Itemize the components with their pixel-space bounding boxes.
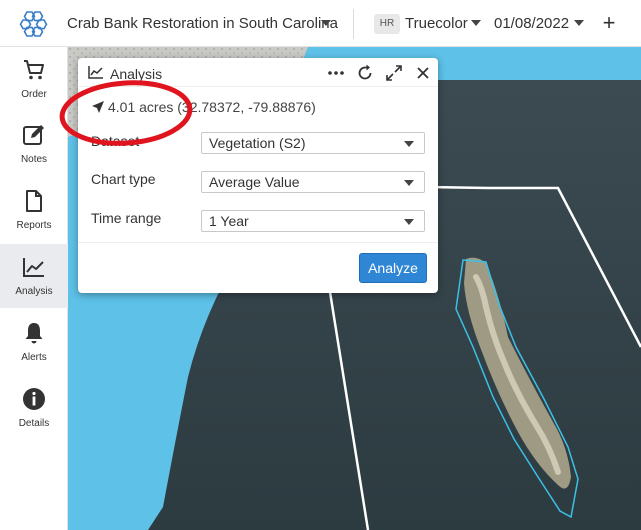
expand-icon[interactable] <box>384 64 404 82</box>
chevron-down-icon <box>404 180 414 186</box>
more-options-icon[interactable] <box>326 64 346 82</box>
bell-icon <box>25 323 43 344</box>
info-icon <box>23 388 45 410</box>
area-text: 4.01 acres (32.78372, -79.88876) <box>108 99 316 115</box>
sidebar-item-analysis[interactable]: Analysis <box>0 244 68 308</box>
area-readout: 4.01 acres (32.78372, -79.88876) <box>92 99 316 115</box>
line-chart-icon <box>88 66 103 79</box>
add-button[interactable]: + <box>599 12 619 34</box>
chevron-down-icon <box>404 141 414 147</box>
edit-icon <box>23 125 44 145</box>
analysis-panel: Analysis 4.01 acres (32.78372, -79.88876… <box>78 58 438 293</box>
chart-type-value: Average Value <box>209 174 300 190</box>
hexagon-logo-icon[interactable] <box>18 9 48 39</box>
project-title[interactable]: Crab Bank Restoration in South Carolina <box>67 15 338 32</box>
sidebar-item-reports[interactable]: Reports <box>0 178 68 242</box>
divider <box>353 9 354 39</box>
cart-icon <box>24 60 44 80</box>
chevron-down-icon[interactable] <box>471 20 481 26</box>
chevron-down-icon[interactable] <box>574 20 584 26</box>
dataset-label: Dataset <box>91 133 140 149</box>
reset-icon[interactable] <box>355 64 375 82</box>
sidebar-item-label: Order <box>21 89 47 100</box>
chevron-down-icon <box>404 219 414 225</box>
chevron-down-icon[interactable] <box>321 20 331 26</box>
document-icon <box>26 190 42 212</box>
sidebar-item-label: Details <box>18 418 50 429</box>
sidebar-item-label: Alerts <box>21 352 47 363</box>
location-arrow-icon <box>92 101 104 113</box>
time-range-label: Time range <box>91 210 162 226</box>
chart-type-select[interactable]: Average Value <box>201 171 425 193</box>
top-bar: Crab Bank Restoration in South Carolina … <box>0 0 641 47</box>
time-range-select[interactable]: 1 Year <box>201 210 425 232</box>
close-icon[interactable] <box>413 64 433 82</box>
sidebar-item-alerts[interactable]: Alerts <box>0 310 68 374</box>
sidebar-item-notes[interactable]: Notes <box>0 112 68 176</box>
sidebar-item-details[interactable]: Details <box>0 376 68 440</box>
sidebar: Order Notes Reports Analysis Alerts Deta… <box>0 47 68 530</box>
dataset-select[interactable]: Vegetation (S2) <box>201 132 425 154</box>
panel-title: Analysis <box>110 66 163 82</box>
sidebar-item-order[interactable]: Order <box>0 47 68 111</box>
layer-badge: HR <box>374 14 400 34</box>
dataset-value: Vegetation (S2) <box>209 135 306 151</box>
layer-selector[interactable]: Truecolor <box>405 15 468 32</box>
chart-type-label: Chart type <box>91 171 156 187</box>
sidebar-item-label: Notes <box>20 154 48 165</box>
sidebar-item-label: Analysis <box>15 286 53 297</box>
divider <box>78 242 438 243</box>
divider <box>78 86 438 87</box>
date-selector[interactable]: 01/08/2022 <box>494 15 569 32</box>
time-range-value: 1 Year <box>209 213 249 229</box>
analyze-button[interactable]: Analyze <box>359 253 427 283</box>
line-chart-icon <box>23 258 44 277</box>
sidebar-item-label: Reports <box>16 220 52 231</box>
